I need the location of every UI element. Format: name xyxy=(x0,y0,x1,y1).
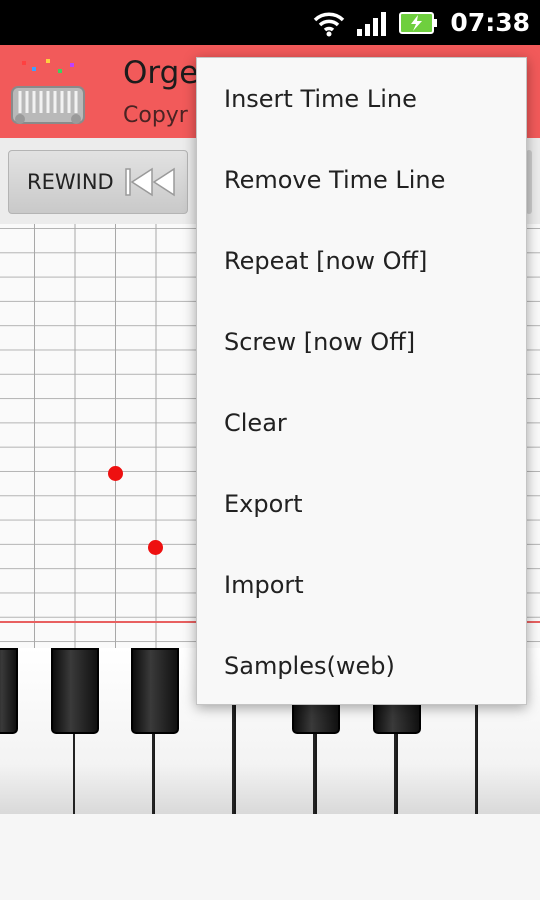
status-icons: 07:38 xyxy=(312,0,530,45)
rewind-icon xyxy=(124,167,175,197)
music-box-icon xyxy=(11,59,85,124)
menu-item-remove-time-line[interactable]: Remove Time Line xyxy=(197,139,526,220)
wifi-icon xyxy=(314,12,345,36)
note-marker[interactable] xyxy=(148,540,163,555)
menu-item-screw[interactable]: Screw [now Off] xyxy=(197,301,526,382)
status-bar: 07:38 xyxy=(0,0,540,45)
app-subtitle: Copyr xyxy=(123,103,188,128)
signal-icon xyxy=(357,11,387,36)
black-key[interactable] xyxy=(51,648,99,734)
rewind-button[interactable]: REWIND xyxy=(8,150,188,214)
battery-charging-icon xyxy=(399,11,438,34)
menu-item-insert-time-line[interactable]: Insert Time Line xyxy=(197,58,526,139)
menu-item-samples-web[interactable]: Samples(web) xyxy=(197,625,526,706)
menu-item-import[interactable]: Import xyxy=(197,544,526,625)
rewind-label: REWIND xyxy=(27,170,114,194)
bottom-area xyxy=(0,814,540,900)
menu-item-repeat[interactable]: Repeat [now Off] xyxy=(197,220,526,301)
note-marker[interactable] xyxy=(108,466,123,481)
menu-item-clear[interactable]: Clear xyxy=(197,382,526,463)
options-menu: Insert Time Line Remove Time Line Repeat… xyxy=(196,57,527,705)
menu-item-export[interactable]: Export xyxy=(197,463,526,544)
app-title: Orge xyxy=(123,55,199,91)
black-key[interactable] xyxy=(0,648,18,734)
status-time: 07:38 xyxy=(450,8,530,37)
black-key[interactable] xyxy=(131,648,179,734)
